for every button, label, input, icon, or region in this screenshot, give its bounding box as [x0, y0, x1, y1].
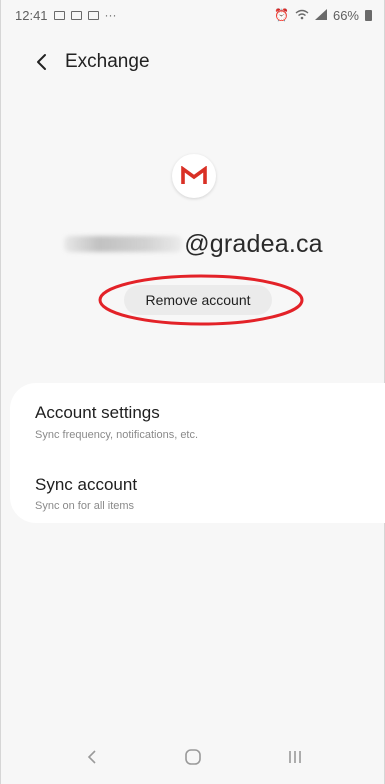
- navigation-bar: [1, 730, 385, 784]
- mail-notification-icon: [87, 10, 99, 20]
- battery-percent: 66%: [332, 7, 359, 23]
- back-button[interactable]: [19, 40, 63, 84]
- recents-icon: [289, 751, 301, 763]
- nav-back-button[interactable]: [72, 737, 112, 777]
- status-time: 12:41: [15, 7, 48, 23]
- email-username-redacted: [64, 236, 183, 252]
- chevron-left-icon: [35, 53, 47, 71]
- alarm-icon: ⏰: [274, 8, 289, 22]
- home-icon: [185, 749, 202, 765]
- status-bar: 12:41 ··· ⏰ 66%: [1, 0, 385, 30]
- gmail-icon: [172, 154, 216, 198]
- account-settings-subtitle: Sync frequency, notifications, etc.: [35, 429, 199, 441]
- app-bar: Exchange: [1, 40, 385, 84]
- status-left: 12:41 ···: [15, 8, 117, 23]
- chevron-left-icon: [87, 750, 96, 764]
- sync-account-item[interactable]: Sync account Sync on for all items: [10, 461, 385, 521]
- remove-account-area: Remove account: [97, 272, 305, 328]
- remove-account-button[interactable]: Remove account: [124, 285, 272, 315]
- account-settings-item[interactable]: Account settings Sync frequency, notific…: [10, 393, 385, 453]
- nav-home-button[interactable]: [173, 737, 213, 777]
- sync-account-subtitle: Sync on for all items: [35, 500, 135, 512]
- email-domain: @gradea.ca: [184, 229, 323, 258]
- page-title: Exchange: [65, 51, 150, 72]
- wifi-icon: [295, 8, 309, 23]
- screen: 12:41 ··· ⏰ 66% Exchange @gradea.ca Remo…: [0, 0, 385, 784]
- more-notifications: ···: [104, 8, 117, 22]
- image-notification-icon: [70, 10, 82, 20]
- account-settings-title: Account settings: [35, 403, 160, 422]
- settings-card: Account settings Sync frequency, notific…: [10, 383, 385, 523]
- gallery-notification-icon: [53, 10, 65, 20]
- battery-icon: [365, 9, 372, 21]
- signal-icon: [314, 8, 327, 23]
- nav-recents-button[interactable]: [275, 737, 315, 777]
- status-right: ⏰ 66%: [274, 8, 372, 23]
- sync-account-title: Sync account: [35, 475, 138, 494]
- account-email: @gradea.ca: [1, 224, 385, 264]
